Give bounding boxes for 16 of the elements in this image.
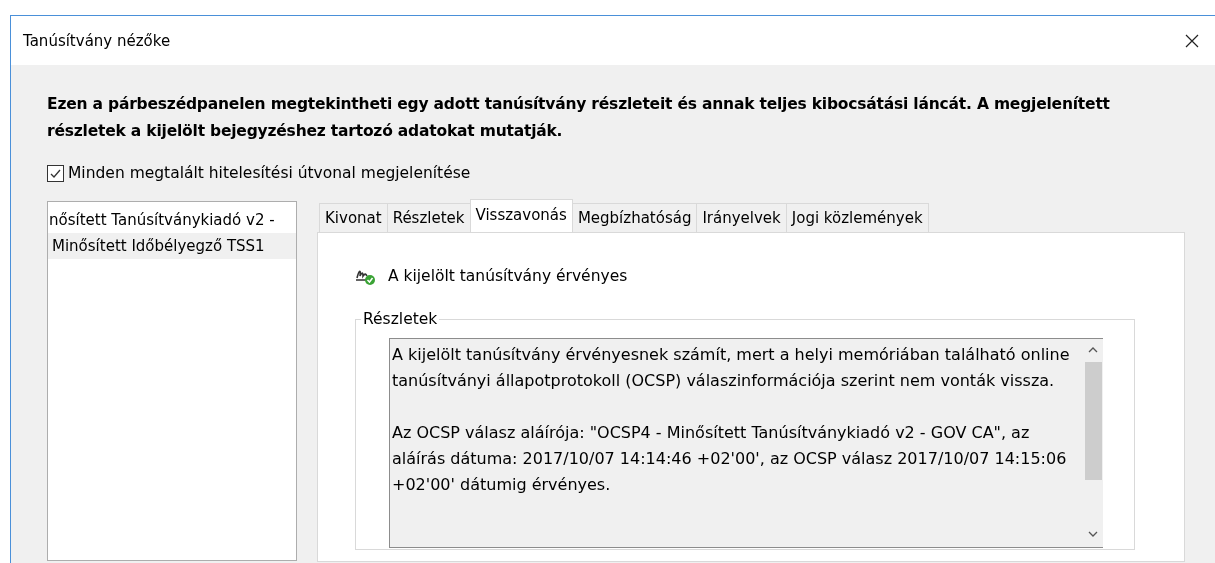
checkbox-label: Minden megtalált hitelesítési útvonal megjelenítése — [68, 164, 471, 182]
scrollbar-thumb[interactable] — [1084, 362, 1102, 480]
chain-item[interactable]: nősített Tanúsítványkiadó v2 - — [48, 207, 296, 233]
tab[interactable]: Kivonat — [319, 203, 388, 232]
details-paragraph: Az OCSP válasz aláírója: "OCSP4 - Minősített Tanúsítványkiadó v2 - GOV CA", az aláírás dátuma: 2017/10/07 14:14:46 +02'00', az OCSP válasz 2017/10/07 14:15:06 +02'00' dátumig érvényes. — [392, 422, 1068, 496]
status-text: A kijelölt tanúsítvány érvényes — [388, 267, 628, 285]
tab[interactable]: Visszavonás — [469, 199, 573, 232]
tab[interactable]: Jogi közlemények — [785, 203, 929, 232]
checkbox[interactable] — [47, 164, 64, 182]
description-text: Ezen a párbeszédpanelen megtekintheti egy adott tanúsítvány részleteit és annak teljes kibocsátási láncát. A megjelenített részletek a kijelölt bejegyzéshez tartozó adatokat mutatják. — [47, 94, 1111, 142]
window-title: Tanúsítvány nézőke — [23, 31, 171, 50]
close-icon — [1185, 33, 1199, 48]
details-text-area[interactable] — [389, 338, 1103, 548]
chain-item[interactable]: Minősített Időbélyegző TSS1 — [48, 233, 296, 259]
details-paragraph: A kijelölt tanúsítvány érvényesnek számít, mert a helyi memóriában található online tanúsítványi állapotprotokoll (OCSP) válaszinformációja szerint nem vonták vissza. — [392, 344, 1071, 392]
group-title: Részletek — [362, 310, 439, 328]
